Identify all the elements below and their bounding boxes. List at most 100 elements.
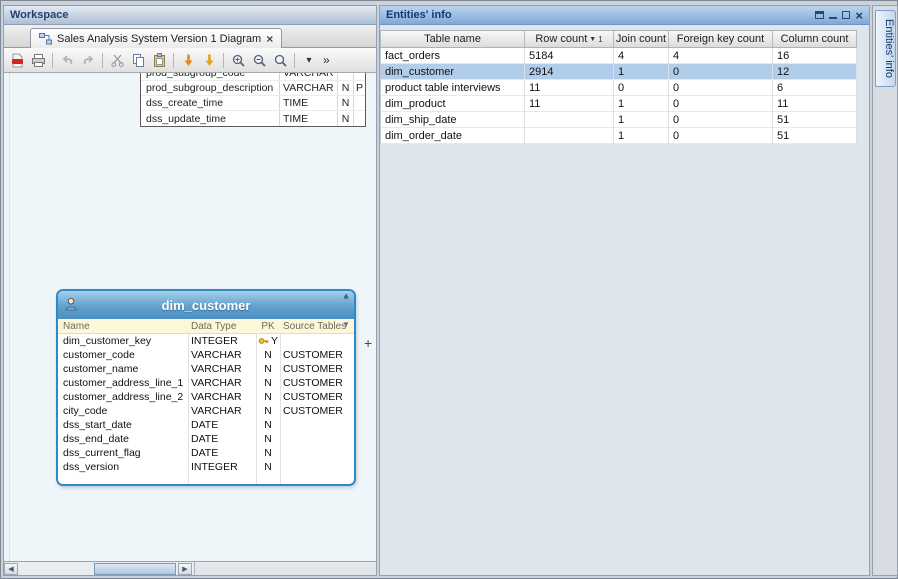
scrollbar-filler [195,563,376,575]
scrollbar-thumb[interactable] [94,563,176,575]
zoom-in-button[interactable] [228,50,248,70]
cell-join-count: 1 [614,64,669,80]
header-join-count[interactable]: Join count [614,31,669,47]
copy-button[interactable] [128,50,148,70]
entity-row[interactable]: dss_version INTEGER N [58,460,354,474]
column-pk: N [256,377,280,389]
column-name: dss_update_time [141,113,279,125]
entity-row[interactable]: dss_end_date DATE N [58,432,354,446]
entity-row[interactable]: dss_create_time TIME N [141,96,365,111]
print-button[interactable] [28,50,48,70]
scroll-right-button[interactable]: ▶ [178,563,192,575]
entity-clipped-table[interactable]: prod_subgroup_code VARCHAR prod_subgroup… [140,73,366,127]
minimize-icon[interactable] [829,17,837,19]
column-type: DATE [188,433,256,445]
collapse-up-icon[interactable]: ▲ [342,292,350,300]
table-row-dim-ship-date[interactable]: dim_ship_date 1 0 51 [380,112,857,128]
column-type: VARCHAR [188,391,256,403]
cell-column-count: 51 [773,128,857,144]
entity-row[interactable]: dss_update_time TIME N [141,111,365,126]
entity-row[interactable]: city_code VARCHAR N CUSTOMER [58,404,354,418]
column-pk: N [256,419,280,431]
cell-row-count: 5184 [525,48,614,64]
undo-button[interactable] [57,50,77,70]
column-type: TIME [279,111,337,126]
entity-header[interactable]: dim_customer ▲ [58,291,354,319]
cell-row-count [525,128,614,144]
header-foreign-key-count[interactable]: Foreign key count [669,31,773,47]
entity-row[interactable]: customer_name VARCHAR N CUSTOMER [58,362,354,376]
column-name: customer_code [58,349,188,361]
horizontal-scrollbar[interactable]: ◀ ▶ [4,561,376,575]
column-source [353,96,365,110]
column-type: TIME [279,96,337,110]
column-null: N [337,81,353,95]
column-name: customer_address_line_1 [58,377,188,389]
paste-button[interactable] [149,50,169,70]
zoom-out-button[interactable] [249,50,269,70]
sort-descending-icon: ▼ [589,36,596,43]
entities-info-title-bar[interactable]: Entities' info × [380,6,869,25]
cell-row-count: 11 [525,80,614,96]
sort-order-badge: 1 [598,35,602,44]
header-column-count[interactable]: Column count [773,31,857,47]
table-row-dim-product[interactable]: dim_product 11 1 0 11 [380,96,857,112]
entity-row[interactable]: dss_current_flag DATE N [58,446,354,460]
primary-key-icon [258,336,269,346]
header-table-name[interactable]: Table name [380,31,525,47]
dock-icon[interactable] [842,11,850,19]
table-row-fact-orders[interactable]: fact_orders 5184 4 4 16 [380,48,857,64]
close-icon[interactable]: × [855,10,863,21]
table-row-dim-order-date[interactable]: dim_order_date 1 0 51 [380,128,857,144]
column-source: CUSTOMER [280,405,354,417]
cell-join-count: 1 [614,96,669,112]
entity-row[interactable]: customer_address_line_1 VARCHAR N CUSTOM… [58,376,354,390]
cell-table-name: dim_order_date [380,128,525,144]
cell-row-count: 11 [525,96,614,112]
toolbar-separator [102,53,103,68]
tab-close-icon[interactable]: × [266,34,273,44]
page-guide-line [9,73,10,561]
toolbar-separator [52,53,53,68]
entity-row[interactable]: prod_subgroup_description VARCHAR N P [141,81,365,96]
export-pdf-button[interactable] [7,50,27,70]
column-pk: N [256,447,280,459]
column-type: INTEGER [188,335,256,347]
cut-button[interactable] [107,50,127,70]
entity-row[interactable]: customer_address_line_2 VARCHAR N CUSTOM… [58,390,354,404]
cell-column-count: 16 [773,48,857,64]
column-pk: N [256,363,280,375]
workspace-title-bar[interactable]: Workspace [4,6,376,25]
column-type: VARCHAR [188,363,256,375]
entity-row[interactable]: customer_code VARCHAR N CUSTOMER [58,348,354,362]
entities-info-panel: Entities' info × Table name Row count ▼ … [379,5,870,576]
entity-dim-customer[interactable]: dim_customer ▲ ▼ Name Data Type PK Sourc… [56,289,356,486]
vertical-tab-entities-info[interactable]: Entities' info [875,10,896,87]
collapse-down-icon[interactable]: ▼ [342,321,350,329]
table-row-dim-customer[interactable]: dim_customer 2914 1 0 12 [380,64,857,80]
column-null: N [337,111,353,126]
toolbar-overflow-chevron[interactable]: » [320,53,333,67]
person-icon [64,297,78,311]
header-row-count[interactable]: Row count ▼ 1 [525,31,614,47]
column-pk: N [256,349,280,361]
entity-row[interactable]: prod_subgroup_code VARCHAR [141,73,365,81]
diagram-canvas[interactable]: prod_subgroup_code VARCHAR prod_subgroup… [4,73,376,561]
column-type: VARCHAR [188,349,256,361]
cell-fk-count: 0 [669,128,773,144]
zoom-reset-button[interactable] [270,50,290,70]
table-row-product-table-interviews[interactable]: product table interviews 11 0 0 6 [380,80,857,96]
entity-row[interactable]: dss_start_date DATE N [58,418,354,432]
move-down-all-button[interactable] [199,50,219,70]
cell-column-count: 11 [773,96,857,112]
entity-row[interactable]: dim_customer_key INTEGER Y [58,334,354,348]
move-down-button[interactable] [178,50,198,70]
scroll-left-button[interactable]: ◀ [4,563,18,575]
column-type: VARCHAR [188,405,256,417]
connection-crosshair[interactable]: + [364,335,372,351]
redo-button[interactable] [78,50,98,70]
toolbar-dropdown-caret[interactable]: ▾ [299,50,319,70]
cell-fk-count: 0 [669,96,773,112]
float-window-icon[interactable] [815,11,824,19]
tab-sales-analysis-diagram[interactable]: Sales Analysis System Version 1 Diagram … [30,28,282,48]
